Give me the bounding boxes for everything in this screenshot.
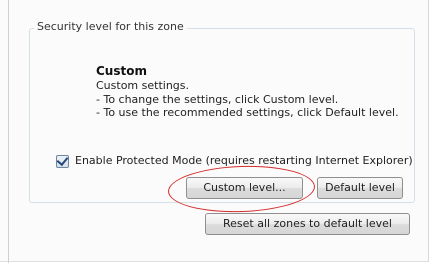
checkmark-icon <box>56 153 69 166</box>
level-description-line: - To change the settings, click Custom l… <box>96 92 339 106</box>
protected-mode-label[interactable]: Enable Protected Mode (requires restarti… <box>75 153 413 169</box>
panel-divider <box>8 0 9 263</box>
custom-level-button[interactable]: Custom level... <box>186 177 303 199</box>
security-level-title: Custom <box>96 64 147 78</box>
protected-mode-checkbox[interactable] <box>56 153 69 168</box>
groupbox-legend: Security level for this zone <box>34 20 187 34</box>
level-description-line: Custom settings. <box>96 79 190 92</box>
default-level-button[interactable]: Default level <box>317 177 403 199</box>
reset-all-zones-button[interactable]: Reset all zones to default level <box>205 213 410 235</box>
security-level-description: Custom settings. - To change the setting… <box>96 79 399 120</box>
level-description-line: - To use the recommended settings, click… <box>96 106 399 119</box>
protected-mode-option[interactable]: Enable Protected Mode (requires restarti… <box>56 153 413 169</box>
